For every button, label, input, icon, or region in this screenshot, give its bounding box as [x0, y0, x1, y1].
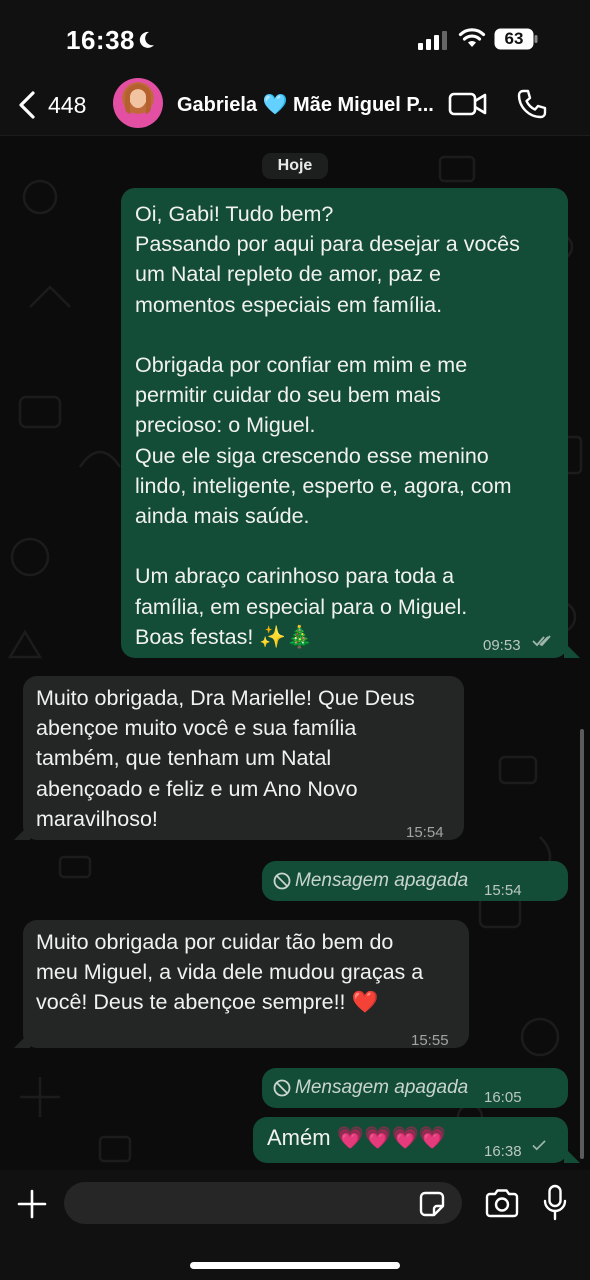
message-text: Muito obrigada por cuidar tão bem do meu…	[36, 930, 424, 1015]
message-text: Muito obrigada, Dra Marielle! Que Deus a…	[36, 686, 415, 831]
sticker-icon[interactable]	[418, 1190, 446, 1218]
date-separator: Hoje	[262, 153, 328, 179]
message-text: Oi, Gabi! Tudo bem? Passando por aqui pa…	[135, 202, 520, 649]
message-bubble-incoming[interactable]: Muito obrigada, Dra Marielle! Que Deus a…	[23, 676, 464, 841]
status-bar: 16:38 63	[0, 0, 590, 80]
chat-header: 448 Gabriela 🩵 Mãe Miguel P...	[0, 78, 590, 136]
contact-avatar[interactable]	[113, 78, 163, 128]
message-list[interactable]: Hoje Oi, Gabi! Tudo bem? Passando por aq…	[0, 137, 590, 1170]
message-input[interactable]	[64, 1182, 462, 1224]
deleted-ban-icon	[273, 872, 291, 890]
scrollbar[interactable]	[580, 729, 584, 1159]
microphone-icon[interactable]	[542, 1184, 568, 1222]
double-check-read-icon	[532, 635, 551, 647]
message-text: Mensagem apagada	[295, 870, 469, 891]
camera-icon[interactable]	[484, 1188, 520, 1218]
plus-attach-icon[interactable]	[16, 1188, 48, 1220]
message-text: Amém 💗💗💗💗	[267, 1125, 447, 1150]
message-bubble-outgoing[interactable]: Oi, Gabi! Tudo bem? Passando por aqui pa…	[121, 188, 568, 658]
message-bubble-incoming[interactable]: Muito obrigada por cuidar tão bem do meu…	[23, 920, 469, 1049]
message-time: 15:54	[484, 882, 522, 899]
back-chevron-icon[interactable]	[16, 90, 38, 120]
cellular-signal-icon	[418, 31, 447, 50]
voice-call-icon[interactable]	[516, 88, 548, 120]
deleted-message-bubble[interactable]: Mensagem apagada 16:05	[262, 1068, 568, 1108]
contact-name[interactable]: Gabriela 🩵 Mãe Miguel P...	[177, 92, 435, 117]
home-indicator[interactable]	[190, 1262, 400, 1269]
wifi-icon	[458, 28, 486, 47]
battery-level: 63	[504, 29, 524, 48]
message-time: 16:05	[484, 1089, 522, 1106]
message-time: 09:53	[483, 637, 521, 654]
message-bubble-outgoing[interactable]: Amém 💗💗💗💗 16:38	[253, 1117, 568, 1163]
moon-icon	[139, 31, 154, 48]
message-text: Mensagem apagada	[295, 1077, 469, 1098]
status-time: 16:38	[66, 25, 135, 55]
deleted-ban-icon	[273, 1079, 291, 1097]
message-time: 16:38	[484, 1143, 522, 1160]
deleted-message-bubble[interactable]: Mensagem apagada 15:54	[262, 861, 568, 901]
video-call-icon[interactable]	[448, 90, 488, 118]
composer-bar	[0, 1170, 590, 1280]
message-time: 15:54	[406, 824, 444, 841]
single-check-sent-icon	[532, 1140, 546, 1151]
avatar-face-shape	[130, 90, 146, 108]
unread-chats-count[interactable]: 448	[48, 92, 86, 119]
message-time: 15:55	[411, 1032, 449, 1049]
